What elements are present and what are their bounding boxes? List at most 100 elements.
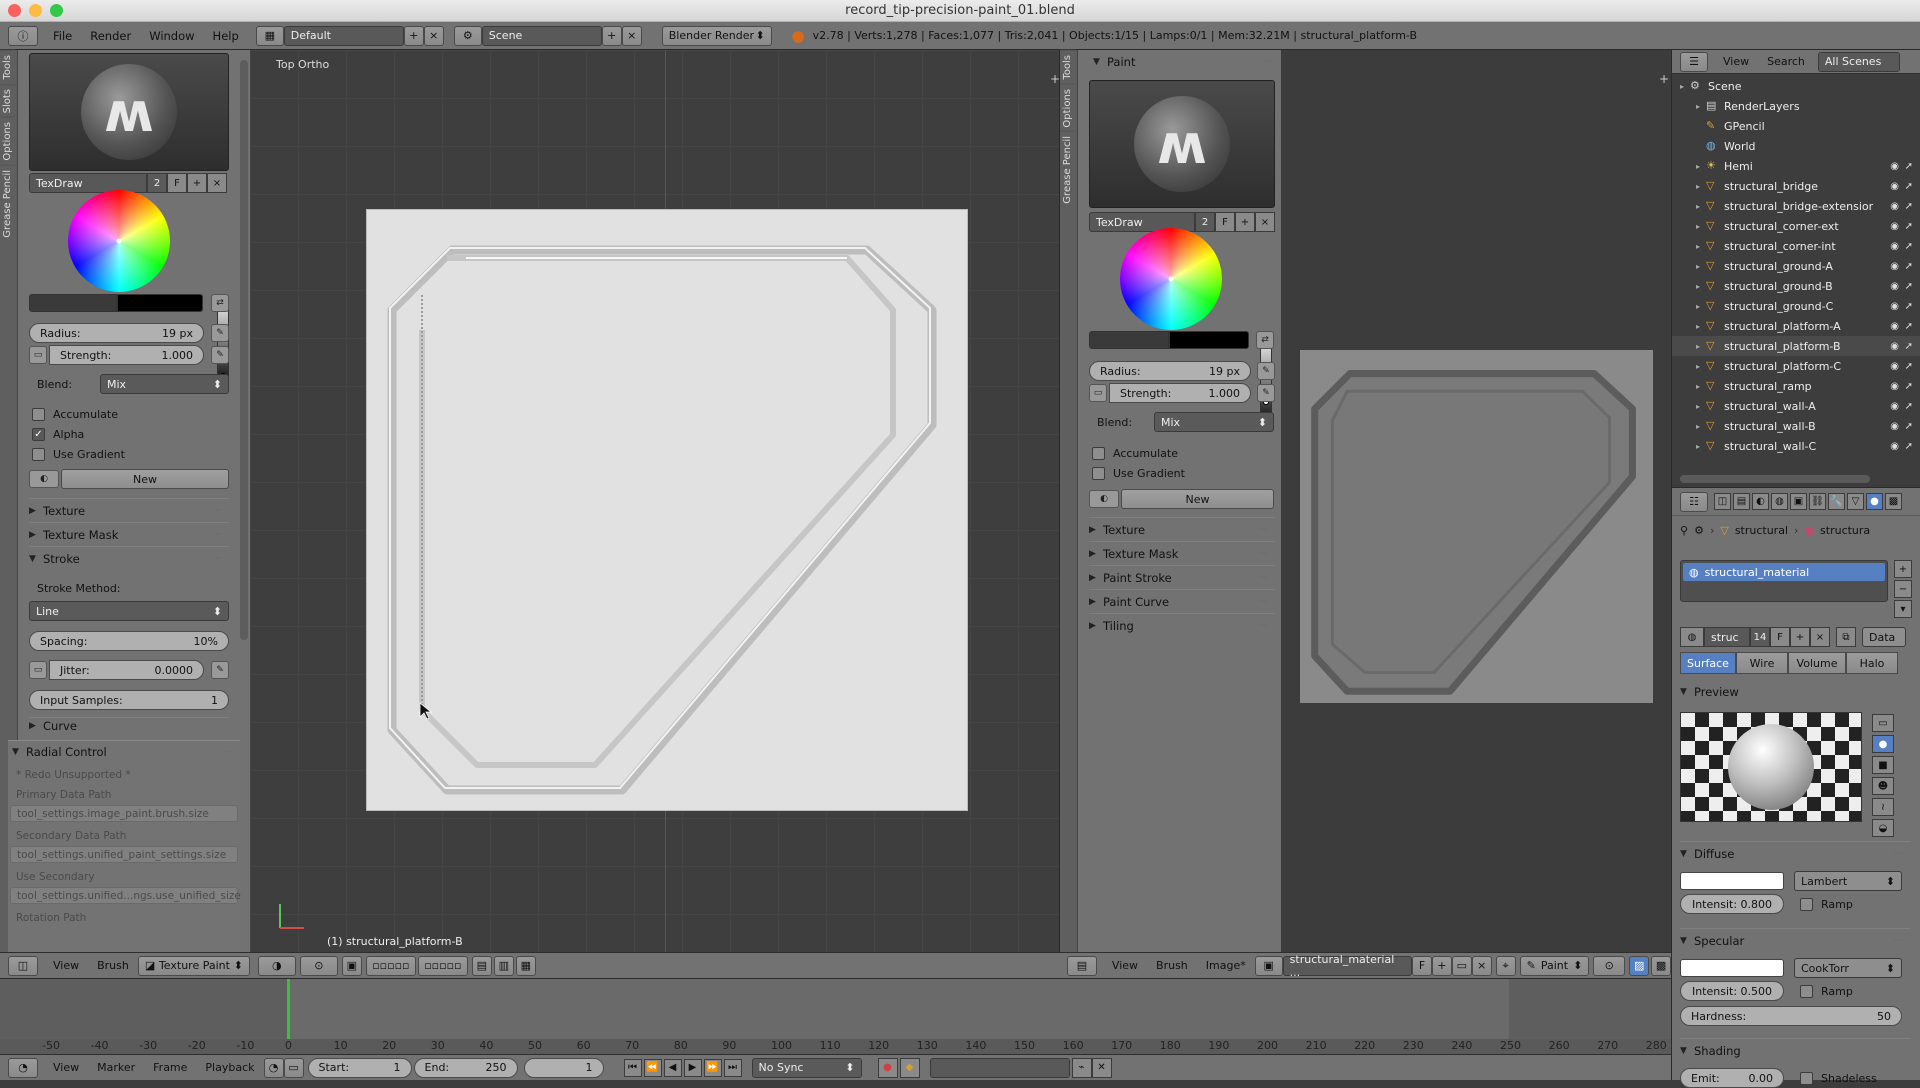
diffuse-color-swatch[interactable] [1680,872,1784,890]
expand-toggle-icon[interactable]: ▸ [1696,162,1706,171]
visibility-eye-icon[interactable]: ◉ [1890,341,1899,352]
specular-color-swatch[interactable] [1680,959,1784,977]
outliner-item[interactable]: ▸ ▽ structural_corner-int ◉ ➚ [1672,236,1920,256]
material-slot-item[interactable]: ◍ structural_material [1683,563,1885,581]
outliner-item[interactable]: ▸ ⚙ Scene [1672,76,1920,96]
play-icon[interactable]: ▶ [683,1058,702,1077]
scene-field[interactable]: Scene [481,25,602,46]
preview-sphere-icon[interactable]: ● [1872,735,1894,753]
diffuse-intensity-field[interactable]: Intensit: 0.800 [1680,894,1784,914]
strength-pressure-icon[interactable]: ✎ [211,346,229,364]
render-layers-tab-icon[interactable]: ▤ [1733,493,1750,510]
expand-toggle-icon[interactable]: ▸ [1696,402,1706,411]
sync-mode-select[interactable]: No Sync ⬍ [751,1057,862,1078]
visibility-eye-icon[interactable]: ◉ [1890,221,1899,232]
secondary-color-swatch[interactable] [1089,331,1169,349]
outliner-item[interactable]: ◍ World [1672,136,1920,156]
start-frame-field[interactable]: Start: 1 [307,1057,412,1078]
unlink-image-icon[interactable]: × [1471,955,1492,976]
visibility-eye-icon[interactable]: ◉ [1890,161,1899,172]
accumulate-checkbox[interactable]: Accumulate [1092,443,1178,463]
menu-view[interactable]: View [44,959,88,972]
outliner-item[interactable]: ▸ ▽ structural_wall-A ◉ ➚ [1672,396,1920,416]
modifiers-tab-icon[interactable]: 🔧 [1828,493,1845,510]
lock-range-icon[interactable]: ▭ [283,1057,304,1078]
pin-icon[interactable]: ⚲ [1680,524,1688,537]
play-reverse-icon[interactable]: ◀ [663,1058,682,1077]
menu-file[interactable]: File [44,29,81,43]
draw-channels-icon[interactable]: ▨ [1629,955,1650,976]
add-layout-icon[interactable]: + [403,25,424,46]
menu-view[interactable]: View [1103,959,1147,972]
radius-pressure-icon[interactable]: ✎ [1257,362,1275,380]
expand-toggle-icon[interactable]: ▸ [1680,82,1690,91]
brush-name-field[interactable]: TexDraw [29,173,147,193]
unlink-brush-icon[interactable]: × [207,173,227,193]
current-frame-field[interactable]: 1 [523,1057,604,1078]
tab-surface[interactable]: Surface [1680,652,1736,674]
add-scene-icon[interactable]: + [601,25,622,46]
scene-icon[interactable]: ⚙ [453,25,482,46]
keying-set-icon[interactable]: ◆ [899,1057,920,1078]
outliner-filter-select[interactable]: All Scenes [1817,51,1900,72]
slot-menu-icon[interactable]: ▾ [1894,600,1912,618]
palette-icon[interactable]: ◐ [1089,490,1119,508]
shadeless-checkbox[interactable]: Shadeless [1800,1068,1877,1088]
tab-grease-pencil[interactable]: Grease Pencil [1060,131,1075,208]
fake-user-button[interactable]: F [167,173,187,193]
image-editor-canvas[interactable]: + [1281,50,1671,952]
alpha-checkbox[interactable]: ✓ Alpha [32,424,84,444]
open-image-icon[interactable]: ▭ [1451,955,1472,976]
swap-colors-icon[interactable]: ⇄ [211,294,229,312]
screen-layout-field[interactable]: Default [283,25,404,46]
primary-data-path-field[interactable]: tool_settings.image_paint.brush.size [10,805,238,822]
use-gradient-checkbox[interactable]: Use Gradient [32,444,125,464]
color-wheel[interactable] [68,190,170,292]
paint-panel-header[interactable]: ▼ Paint ⋯ [1093,50,1281,74]
expand-toggle-icon[interactable]: ▸ [1696,222,1706,231]
section-paint-stroke[interactable]: ▶ Paint Stroke ⋯ [1089,565,1275,589]
outliner-item[interactable]: ▸ ▽ structural_bridge ◉ ➚ [1672,176,1920,196]
visibility-eye-icon[interactable]: ◉ [1890,381,1899,392]
select-arrow-icon[interactable]: ➚ [1905,281,1913,292]
outliner-item[interactable]: ▸ ▽ structural_wall-C ◉ ➚ [1672,436,1920,456]
menu-brush[interactable]: Brush [88,959,138,972]
tab-halo[interactable]: Halo [1846,652,1898,674]
stroke-method-select[interactable]: Line ⬍ [29,601,229,621]
select-arrow-icon[interactable]: ➚ [1905,181,1913,192]
section-texture[interactable]: ▶ Texture ⋯ [29,498,229,522]
pivot-point-icon[interactable]: ⊙ [299,955,338,976]
layers-icon-b[interactable]: ▫▫▫▫▫ [417,955,468,976]
section-shading[interactable]: ▼ Shading [1680,1038,1910,1062]
select-arrow-icon[interactable]: ➚ [1905,261,1913,272]
menu-view[interactable]: View [1714,55,1758,68]
select-arrow-icon[interactable]: ➚ [1905,401,1913,412]
material-browse-icon[interactable]: ◍ [1680,627,1704,647]
section-texture-mask[interactable]: ▶ Texture Mask ⋯ [29,522,229,546]
outliner-item[interactable]: ▸ ▽ structural_platform-A ◉ ➚ [1672,316,1920,336]
expand-toggle-icon[interactable]: ▸ [1696,102,1706,111]
visibility-eye-icon[interactable]: ◉ [1890,441,1899,452]
image-browse-icon[interactable]: ▣ [1254,955,1283,976]
tab-slots[interactable]: Slots [0,83,15,118]
pin-image-icon[interactable]: ⌖ [1495,955,1516,976]
expand-toggle-icon[interactable]: ▸ [1696,182,1706,191]
primary-color-swatch[interactable] [117,294,203,312]
strength-field[interactable]: Strength: 1.000 [1109,383,1251,403]
fake-user-button[interactable]: F [1412,955,1432,976]
remove-scene-icon[interactable]: × [621,25,642,46]
texture-plane[interactable] [367,210,967,810]
expand-toggle-icon[interactable]: ▸ [1696,282,1706,291]
section-curve[interactable]: ▶ Curve [29,717,229,733]
add-material-icon[interactable]: + [1790,627,1810,647]
spacing-field[interactable]: Spacing: 10% [29,631,229,651]
outliner-item[interactable]: ▸ ▽ structural_ground-C ◉ ➚ [1672,296,1920,316]
diffuse-ramp-checkbox[interactable]: Ramp [1800,894,1853,914]
expand-toggle-icon[interactable]: ▸ [1696,242,1706,251]
insert-keyframe-icon[interactable]: ⌁ [1071,1057,1092,1078]
editor-type-outliner-icon[interactable]: ☰ [1680,51,1708,72]
preview-monkey-icon[interactable]: ☻ [1872,777,1894,795]
add-brush-icon[interactable]: + [187,173,207,193]
outliner-item[interactable]: ▸ ☀ Hemi ◉ ➚ [1672,156,1920,176]
menu-view[interactable]: View [44,1061,88,1074]
